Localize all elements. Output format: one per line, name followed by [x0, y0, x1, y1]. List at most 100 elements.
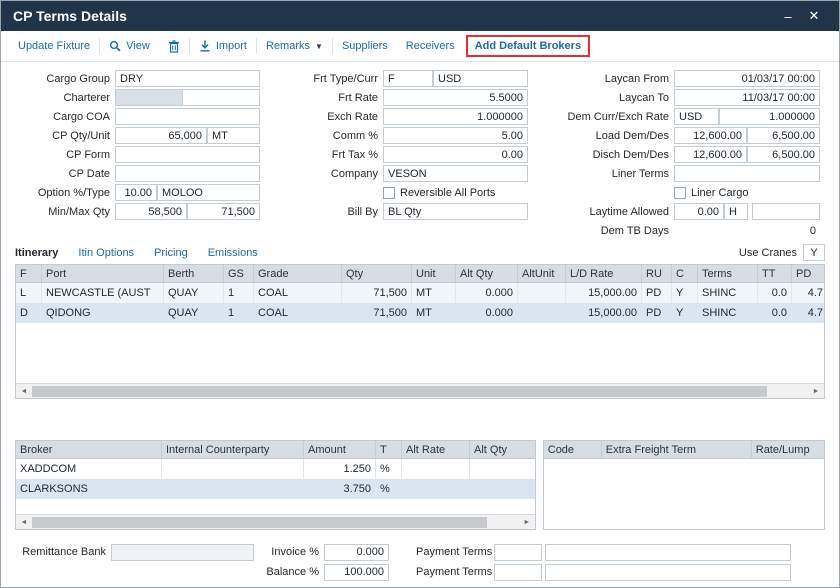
scroll-right-icon[interactable]: ►: [808, 384, 824, 398]
bill-by-field[interactable]: BL Qty: [383, 203, 528, 220]
company-field[interactable]: VESON: [383, 165, 528, 182]
col-header-f[interactable]: F: [16, 265, 42, 282]
col-header-ru[interactable]: RU: [642, 265, 672, 282]
cp-form-field[interactable]: [115, 146, 260, 163]
col-header-rate-lump[interactable]: Rate/Lump: [752, 441, 825, 458]
minimize-button[interactable]: –: [775, 9, 801, 24]
spacer: [1, 399, 839, 440]
col-header-alt-qty[interactable]: Alt Qty: [470, 441, 536, 458]
col-header-t[interactable]: T: [376, 441, 402, 458]
col-header-terms[interactable]: Terms: [698, 265, 758, 282]
col-header-extra-freight-term[interactable]: Extra Freight Term: [602, 441, 752, 458]
option-pct-type-label: Option %/Type: [15, 187, 115, 199]
dem-exch-rate-field[interactable]: 1.000000: [719, 108, 820, 125]
charterer-field[interactable]: [115, 89, 183, 106]
brokers-horizontal-scrollbar[interactable]: ◄ ►: [16, 514, 535, 529]
itinerary-horizontal-scrollbar[interactable]: ◄ ►: [16, 383, 824, 398]
laycan-to-field[interactable]: 11/03/17 00:00: [674, 89, 820, 106]
col-header-port[interactable]: Port: [42, 265, 164, 282]
col-header-berth[interactable]: Berth: [164, 265, 224, 282]
laycan-from-field[interactable]: 01/03/17 00:00: [674, 70, 820, 87]
col-header-unit[interactable]: Unit: [412, 265, 456, 282]
col-header-pd[interactable]: PD: [792, 265, 825, 282]
load-dem-field[interactable]: 12,600.00: [674, 127, 747, 144]
close-button[interactable]: ✕: [801, 8, 827, 24]
invoice-pct-field[interactable]: 0.000: [324, 544, 389, 561]
scroll-left-icon[interactable]: ◄: [16, 515, 32, 529]
brokers-grid: Broker Internal Counterparty Amount T Al…: [15, 440, 536, 530]
liner-cargo-checkbox[interactable]: [674, 187, 686, 199]
comm-pct-field[interactable]: 5.00: [383, 127, 528, 144]
itinerary-row[interactable]: D QIDONG QUAY 1 COAL 71,500 MT 0.000 15,…: [16, 303, 824, 323]
exch-rate-field[interactable]: 1.000000: [383, 108, 528, 125]
max-qty-field[interactable]: 71,500: [187, 203, 260, 220]
title-bar: CP Terms Details – ✕: [1, 1, 839, 31]
tab-itin-options[interactable]: Itin Options: [78, 247, 134, 259]
disch-dem-field[interactable]: 12,600.00: [674, 146, 747, 163]
col-header-broker[interactable]: Broker: [16, 441, 162, 458]
tab-pricing[interactable]: Pricing: [154, 247, 188, 259]
liner-terms-field[interactable]: [674, 165, 820, 182]
load-des-field[interactable]: 6,500.00: [747, 127, 820, 144]
cp-qty-field[interactable]: 65,000: [115, 127, 207, 144]
exch-rate-label: Exch Rate: [261, 111, 383, 123]
import-button[interactable]: Import: [190, 40, 256, 52]
payment-terms-desc-field-2[interactable]: [545, 564, 791, 581]
cargo-coa-field[interactable]: [115, 108, 260, 125]
col-header-gs[interactable]: GS: [224, 265, 254, 282]
charterer-field-2[interactable]: [183, 89, 260, 106]
frt-tax-pct-field[interactable]: 0.00: [383, 146, 528, 163]
cp-date-field[interactable]: [115, 165, 260, 182]
frt-type-field[interactable]: F: [383, 70, 433, 87]
broker-row[interactable]: CLARKSONS 3.750 %: [16, 479, 535, 499]
dem-curr-field[interactable]: USD: [674, 108, 719, 125]
payment-terms-code-field-2[interactable]: [494, 564, 542, 581]
update-fixture-button[interactable]: Update Fixture: [9, 40, 99, 52]
col-header-c[interactable]: C: [672, 265, 698, 282]
add-default-brokers-button[interactable]: Add Default Brokers: [466, 35, 590, 57]
reversible-all-ports-checkbox[interactable]: [383, 187, 395, 199]
col-header-tt[interactable]: TT: [758, 265, 792, 282]
itinerary-row[interactable]: L NEWCASTLE (AUST QUAY 1 COAL 71,500 MT …: [16, 283, 824, 303]
col-header-altunit[interactable]: AltUnit: [518, 265, 566, 282]
frt-curr-field[interactable]: USD: [433, 70, 528, 87]
col-header-internal-counterparty[interactable]: Internal Counterparty: [162, 441, 304, 458]
caret-down-icon: ▼: [315, 42, 323, 51]
receivers-button[interactable]: Receivers: [397, 40, 464, 52]
option-type-field[interactable]: MOLOO: [157, 184, 260, 201]
broker-row[interactable]: XADDCOM 1.250 %: [16, 459, 535, 479]
col-header-alt-rate[interactable]: Alt Rate: [402, 441, 470, 458]
col-header-qty[interactable]: Qty: [342, 265, 412, 282]
scroll-left-icon[interactable]: ◄: [16, 384, 32, 398]
laytime-extra-field[interactable]: [752, 203, 820, 220]
col-header-ld-rate[interactable]: L/D Rate: [566, 265, 642, 282]
option-pct-field[interactable]: 10.00: [115, 184, 157, 201]
delete-button[interactable]: [159, 40, 189, 53]
col-header-code[interactable]: Code: [544, 441, 602, 458]
col-header-amount[interactable]: Amount: [304, 441, 376, 458]
scrollbar-thumb[interactable]: [32, 517, 487, 528]
reversible-all-ports-label: Reversible All Ports: [400, 187, 495, 199]
suppliers-button[interactable]: Suppliers: [333, 40, 397, 52]
cp-unit-field[interactable]: MT: [207, 127, 260, 144]
scrollbar-thumb[interactable]: [32, 386, 767, 397]
tab-itinerary[interactable]: Itinerary: [15, 247, 58, 259]
disch-des-field[interactable]: 6,500.00: [747, 146, 820, 163]
scroll-right-icon[interactable]: ►: [519, 515, 535, 529]
remarks-button[interactable]: Remarks ▼: [257, 40, 332, 52]
min-qty-field[interactable]: 58,500: [115, 203, 187, 220]
cargo-group-field[interactable]: DRY: [115, 70, 260, 87]
col-header-alt-qty[interactable]: Alt Qty: [456, 265, 518, 282]
balance-pct-field[interactable]: 100.000: [324, 564, 389, 581]
payment-terms-desc-field-1[interactable]: [545, 544, 791, 561]
laytime-unit-field[interactable]: H: [724, 203, 748, 220]
use-cranes-field[interactable]: Y: [803, 244, 825, 261]
col-header-grade[interactable]: Grade: [254, 265, 342, 282]
remittance-bank-field[interactable]: [111, 544, 254, 561]
tab-emissions[interactable]: Emissions: [208, 247, 258, 259]
frt-rate-field[interactable]: 5.5000: [383, 89, 528, 106]
laytime-allowed-field[interactable]: 0.00: [674, 203, 724, 220]
view-button[interactable]: View: [100, 40, 159, 52]
company-label: Company: [261, 168, 383, 180]
payment-terms-code-field-1[interactable]: [494, 544, 542, 561]
